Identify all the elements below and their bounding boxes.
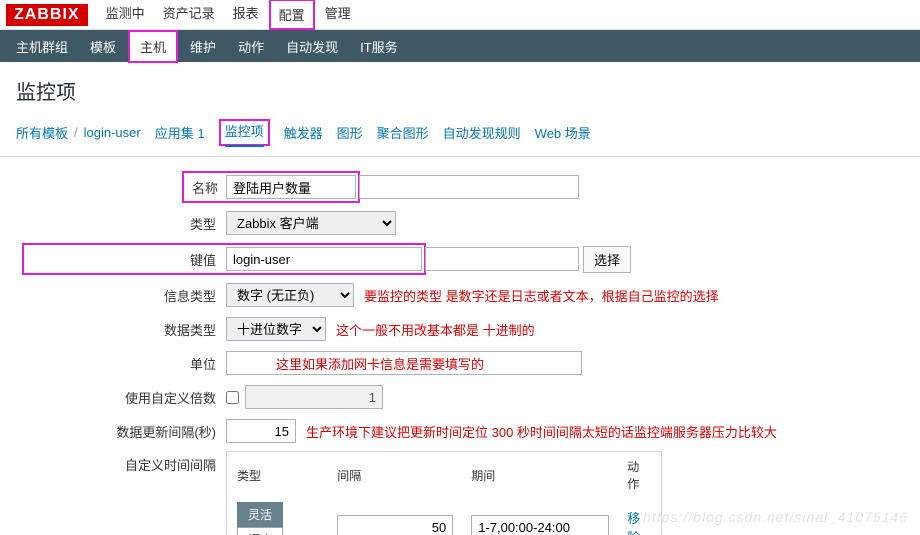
tab-graphs[interactable]: 图形	[337, 123, 363, 142]
sub-bar: 主机群组 模板 主机 维护 动作 自动发现 IT服务	[0, 30, 920, 62]
sub-menu-hosts[interactable]: 主机	[128, 30, 178, 63]
multiplier-input[interactable]	[245, 385, 383, 409]
data-label: 数据类型	[16, 320, 226, 339]
flex-remove-link[interactable]: 移除	[627, 511, 640, 535]
units-input[interactable]	[226, 351, 582, 375]
flex-pill-scheduling[interactable]: 调度	[237, 527, 283, 535]
name-highlight: 名称	[182, 171, 360, 203]
key-highlight: 键值	[22, 243, 426, 275]
top-menu-reports[interactable]: 报表	[225, 0, 267, 30]
multiplier-label: 使用自定义倍数	[16, 388, 226, 407]
top-menu-monitoring[interactable]: 监测中	[98, 0, 153, 30]
flex-th-type: 类型	[229, 454, 327, 496]
tab-screens[interactable]: 聚合图形	[377, 123, 429, 142]
flex-th-interval: 间隔	[329, 454, 461, 496]
flex-interval-input[interactable]	[337, 515, 453, 535]
flex-th-period: 期间	[463, 454, 617, 496]
info-annotation: 要监控的类型 是数字还是日志或者文本，根据自己监控的选择	[364, 286, 719, 305]
key-select-button[interactable]: 选择	[583, 246, 631, 273]
tab-web[interactable]: Web 场景	[535, 123, 591, 142]
breadcrumb-host[interactable]: login-user	[84, 125, 141, 140]
logo: ZABBIX	[6, 4, 88, 26]
flex-pill-flexible[interactable]: 灵活	[237, 502, 283, 527]
top-bar: ZABBIX 监测中 资产记录 报表 配置 管理	[0, 0, 920, 30]
sub-menu-maintenance[interactable]: 维护	[180, 32, 226, 61]
sub-menu-hostgroups[interactable]: 主机群组	[6, 32, 78, 61]
flex-interval-table: 类型 间隔 期间 动作 灵活调度 移除 添加	[226, 451, 662, 535]
top-menu-inventory[interactable]: 资产记录	[155, 0, 223, 30]
item-form: 名称 类型 Zabbix 客户端 键值 选择 信息类型 数字 (无正负) 要监控…	[0, 157, 920, 535]
flex-period-input[interactable]	[471, 515, 609, 535]
flex-label: 自定义时间间隔	[16, 451, 226, 474]
type-label: 类型	[16, 214, 226, 233]
sub-menu-actions[interactable]: 动作	[228, 32, 274, 61]
tab-items[interactable]: 监控项	[225, 124, 264, 147]
info-select[interactable]: 数字 (无正负)	[226, 283, 354, 307]
multiplier-checkbox[interactable]	[226, 391, 239, 404]
top-menu: 监测中 资产记录 报表 配置 管理	[98, 0, 359, 30]
sub-menu-itservices[interactable]: IT服务	[350, 32, 408, 61]
name-input-ext[interactable]	[359, 175, 579, 199]
top-menu-configuration[interactable]: 配置	[269, 0, 315, 30]
watermark: https://blog.csdn.net/sinat_41075146	[643, 509, 908, 525]
delay-input[interactable]	[226, 419, 296, 443]
page-title: 监控项	[0, 62, 920, 113]
data-select[interactable]: 十进位数字	[226, 317, 326, 341]
tab-applications[interactable]: 应用集 1	[155, 123, 205, 142]
name-label: 名称	[192, 178, 226, 197]
data-annotation: 这个一般不用改基本都是 十进制的	[336, 320, 535, 339]
key-input-ext[interactable]	[425, 247, 579, 271]
breadcrumb-all-templates[interactable]: 所有模板	[16, 123, 68, 142]
flex-row: 灵活调度 移除	[229, 498, 659, 535]
sub-menu-templates[interactable]: 模板	[80, 32, 126, 61]
key-input[interactable]	[226, 247, 422, 271]
sub-menu-discovery[interactable]: 自动发现	[276, 32, 348, 61]
tab-triggers[interactable]: 触发器	[284, 123, 323, 142]
flex-th-action: 动作	[619, 454, 659, 496]
delay-label: 数据更新间隔(秒)	[16, 422, 226, 441]
delay-annotation: 生产环境下建议把更新时间定位 300 秒时间间隔太短的话监控端服务器压力比较大	[306, 422, 777, 441]
key-label: 键值	[26, 250, 226, 269]
name-input[interactable]	[226, 175, 356, 199]
info-label: 信息类型	[16, 286, 226, 305]
units-label: 单位	[16, 354, 226, 373]
tab-discovery[interactable]: 自动发现规则	[443, 123, 521, 142]
type-select[interactable]: Zabbix 客户端	[226, 211, 396, 235]
top-menu-administration[interactable]: 管理	[317, 0, 359, 30]
breadcrumb-sep: /	[74, 125, 78, 140]
breadcrumb: 所有模板 / login-user 应用集 1 监控项 触发器 图形 聚合图形 …	[0, 113, 920, 157]
